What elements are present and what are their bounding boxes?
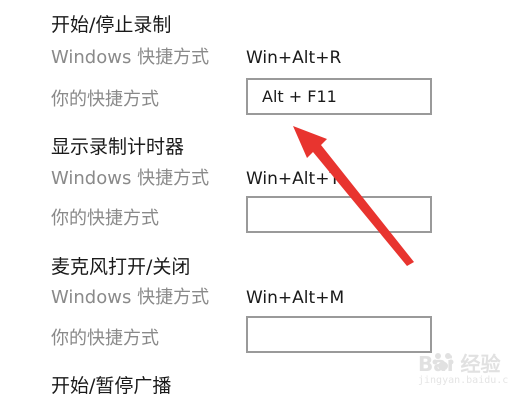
custom-shortcut-input-start-stop-recording[interactable] — [246, 78, 432, 115]
windows-shortcut-value: Win+Alt+T — [246, 169, 340, 189]
custom-shortcut-input-show-recording-timer[interactable] — [246, 196, 432, 233]
watermark-subtext: jingyan.baidu.com — [418, 375, 508, 386]
custom-shortcut-label: 你的快捷方式 — [51, 89, 159, 110]
custom-shortcut-label: 你的快捷方式 — [51, 328, 159, 349]
section-title-show-recording-timer: 显示录制计时器 — [51, 136, 185, 158]
windows-shortcut-label: Windows 快捷方式 — [51, 168, 210, 189]
custom-shortcut-label: 你的快捷方式 — [51, 208, 159, 229]
baidu-watermark: Bai 经验 jingyan.baidu.com — [388, 346, 508, 396]
section-title-start-stop-recording: 开始/停止录制 — [51, 14, 172, 36]
windows-shortcut-label: Windows 快捷方式 — [51, 287, 210, 308]
windows-shortcut-label: Windows 快捷方式 — [51, 47, 210, 68]
paw-icon — [432, 353, 454, 371]
section-title-start-pause-broadcast: 开始/暂停广播 — [51, 375, 172, 397]
watermark-text: Bai 经验 — [418, 352, 501, 376]
windows-shortcut-value: Win+Alt+M — [246, 288, 345, 308]
windows-shortcut-value: Win+Alt+R — [246, 48, 342, 68]
section-title-microphone-toggle: 麦克风打开/关闭 — [51, 256, 191, 278]
